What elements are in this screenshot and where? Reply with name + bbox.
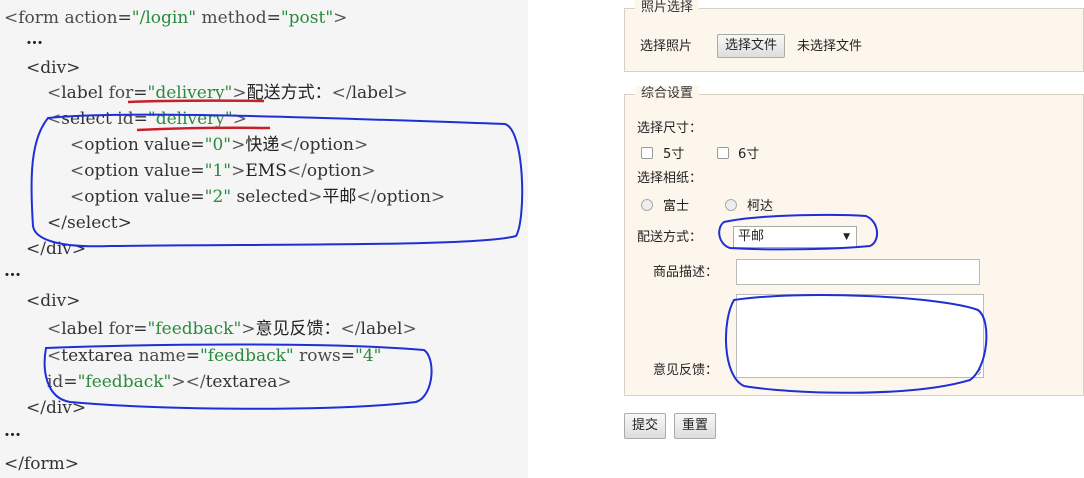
size-5-label: 5寸: [663, 147, 685, 162]
resize-grip-icon[interactable]: [974, 368, 982, 376]
code-line-form-close: </form>: [4, 454, 79, 474]
photo-label: 选择照片: [640, 39, 693, 54]
code-line-div-close: </div>: [26, 398, 87, 418]
code-line-div-open: <div>: [26, 291, 81, 311]
photo-fieldset: 照片选择 选择照片 选择文件 未选择文件: [624, 0, 1084, 72]
feedback-textarea[interactable]: [736, 294, 984, 378]
code-line-label-delivery: <label for="delivery">配送方式：</label>: [47, 83, 408, 103]
paper-kodak-radio[interactable]: [725, 199, 737, 211]
code-line-option-2: <option value="2" selected>平邮</option>: [70, 187, 446, 207]
delivery-select-value: 平邮: [738, 229, 765, 244]
size-5-checkbox[interactable]: [641, 147, 653, 159]
code-line-select-open: <select id="delivery">: [47, 109, 247, 129]
code-line-form-open: <form action="/login" method="post">: [4, 8, 348, 28]
paper-fuji-radio[interactable]: [641, 199, 653, 211]
code-line-textarea-id: id="feedback"></textarea>: [47, 372, 292, 392]
paper-fuji-label: 富士: [663, 199, 690, 214]
product-label: 商品描述：: [653, 265, 719, 280]
file-status-text: 未选择文件: [797, 39, 863, 54]
code-line-option-0: <option value="0">快递</option>: [70, 135, 369, 155]
form-preview: 照片选择 选择照片 选择文件 未选择文件 综合设置 选择尺寸： 5寸 6寸 选择…: [612, 0, 1084, 478]
code-ellipsis: …: [4, 261, 21, 281]
paper-kodak-label: 柯达: [747, 199, 774, 214]
code-line-option-1: <option value="1">EMS</option>: [70, 161, 376, 181]
reset-button[interactable]: 重置: [674, 413, 717, 439]
paper-label: 选择相纸：: [637, 171, 703, 186]
code-listing: <form action="/login" method="post"> … <…: [0, 0, 528, 478]
size-label: 选择尺寸：: [637, 121, 703, 136]
product-input[interactable]: [736, 259, 980, 285]
delivery-label: 配送方式：: [637, 230, 703, 245]
settings-fieldset: 综合设置 选择尺寸： 5寸 6寸 选择相纸： 富士 柯达 配送方式： 平邮 ▼ …: [624, 86, 1084, 396]
photo-legend: 照片选择: [635, 0, 700, 16]
code-line-div-open: <div>: [26, 58, 81, 78]
code-line-textarea-open: <textarea name="feedback" rows="4": [47, 346, 382, 366]
code-ellipsis: …: [4, 421, 21, 441]
triangle-down-icon: ▼: [843, 232, 850, 242]
settings-legend: 综合设置: [635, 86, 700, 102]
delivery-select[interactable]: 平邮 ▼: [733, 226, 857, 248]
code-line-div-close: </div>: [26, 239, 87, 259]
code-line-select-close: </select>: [47, 213, 132, 233]
size-6-label: 6寸: [738, 147, 760, 162]
choose-file-button[interactable]: 选择文件: [717, 34, 786, 58]
submit-button[interactable]: 提交: [624, 413, 667, 439]
code-line-label-feedback: <label for="feedback">意见反馈：</label>: [47, 319, 417, 339]
size-6-checkbox[interactable]: [717, 147, 729, 159]
code-ellipsis: …: [26, 29, 43, 49]
feedback-label: 意见反馈：: [653, 363, 719, 378]
